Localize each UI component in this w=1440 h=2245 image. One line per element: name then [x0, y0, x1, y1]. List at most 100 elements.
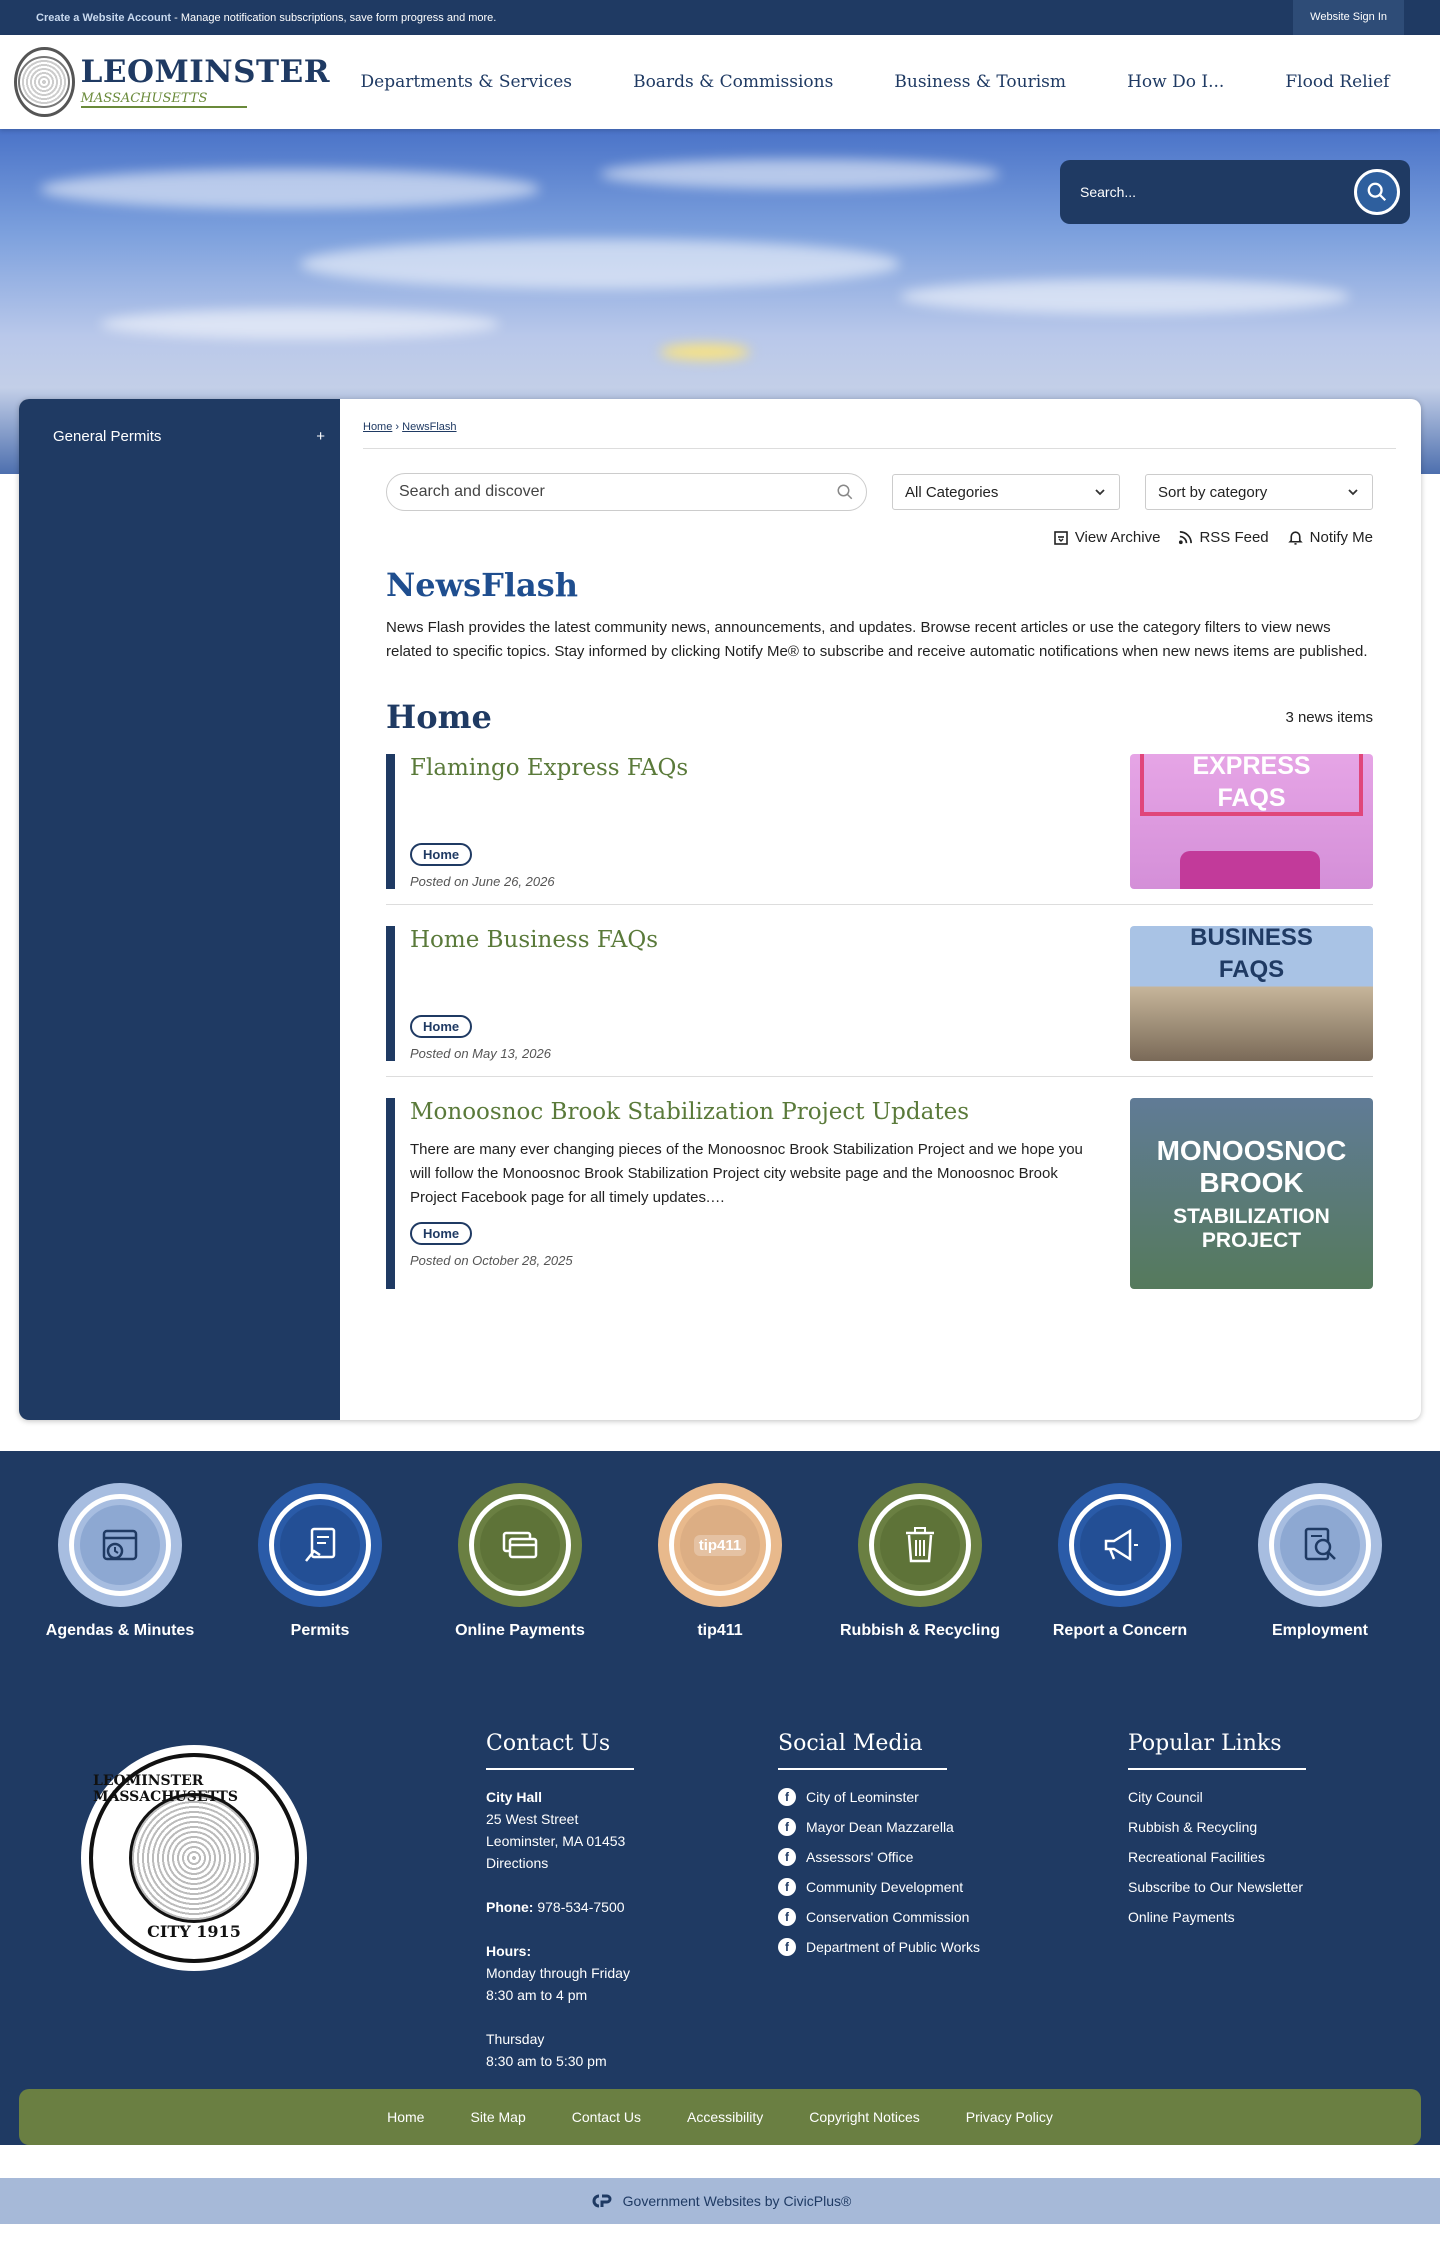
social-link[interactable]: f Community Development — [778, 1876, 980, 1898]
social-link-label: Mayor Dean Mazzarella — [806, 1819, 954, 1835]
rss-feed-link[interactable]: RSS Feed — [1178, 529, 1269, 546]
news-tag[interactable]: Home — [410, 1015, 473, 1038]
search-button[interactable] — [1354, 169, 1400, 215]
quick-link-rubbish[interactable]: Rubbish & Recycling — [835, 1483, 1005, 1681]
civicplus-link[interactable]: Government Websites by CivicPlus® — [623, 2193, 852, 2209]
news-thumbnail[interactable]: EXPRESS FAQS — [1130, 754, 1373, 889]
quick-links: Agendas & Minutes Permits Online Payment… — [0, 1451, 1440, 1681]
news-item: Monoosnoc Brook Stabilization Project Up… — [386, 1077, 1373, 1304]
news-tag[interactable]: Home — [410, 843, 473, 866]
nav-boards[interactable]: Boards & Commissions — [633, 72, 833, 92]
news-tag[interactable]: Home — [410, 1222, 473, 1245]
news-title[interactable]: Monoosnoc Brook Stabilization Project Up… — [410, 1099, 969, 1125]
main-panel: General Permits + Home › NewsFlash Searc… — [19, 399, 1421, 1420]
page-description: News Flash provides the latest community… — [386, 619, 1368, 660]
breadcrumb-home[interactable]: Home — [363, 421, 392, 433]
news-search-placeholder: Search and discover — [399, 483, 545, 500]
footer-nav-accessibility[interactable]: Accessibility — [687, 2109, 763, 2125]
social-link[interactable]: f Department of Public Works — [778, 1936, 980, 1958]
create-account-link[interactable]: Create a Website Account — [36, 12, 171, 24]
news-posted: Posted on October 28, 2025 — [410, 1253, 573, 1268]
popular-link[interactable]: Rubbish & Recycling — [1128, 1816, 1306, 1838]
footer-nav-home[interactable]: Home — [387, 2109, 424, 2125]
seal-text: CITY 1915 — [147, 1922, 241, 1941]
logo-state: MASSACHUSETTS — [80, 91, 248, 108]
civicplus-credit: Government Websites by CivicPlus® — [0, 2178, 1440, 2224]
breadcrumb-current[interactable]: NewsFlash — [402, 421, 456, 433]
thumb-line: STABILIZATION — [1173, 1204, 1330, 1228]
news-thumbnail[interactable]: MONOOSNOC BROOK STABILIZATION PROJECT — [1130, 1098, 1373, 1289]
site-logo[interactable]: LEOMINSTER MASSACHUSETTS — [0, 47, 330, 117]
hours-label: Hours: — [486, 1943, 532, 1959]
hero-search[interactable]: Search... — [1060, 160, 1410, 224]
social-link[interactable]: f City of Leominster — [778, 1786, 980, 1808]
category-select[interactable]: All Categories — [892, 474, 1120, 510]
quick-link-label: tip411 — [697, 1622, 743, 1639]
popular-links-column: Popular Links City Council Rubbish & Rec… — [1128, 1731, 1306, 1936]
social-heading: Social Media — [778, 1731, 947, 1770]
trash-can-icon — [906, 1527, 934, 1563]
footer-nav-privacy[interactable]: Privacy Policy — [966, 2109, 1053, 2125]
facebook-icon: f — [778, 1818, 796, 1836]
sign-in-button[interactable]: Website Sign In — [1293, 0, 1404, 35]
create-account-desc: - Manage notification subscriptions, sav… — [171, 11, 497, 24]
trolley-icon — [1180, 851, 1320, 889]
social-link[interactable]: f Mayor Dean Mazzarella — [778, 1816, 980, 1838]
footer-nav-sitemap[interactable]: Site Map — [470, 2109, 525, 2125]
content-area: Home › NewsFlash Search and discover All… — [340, 399, 1421, 1420]
news-thumbnail[interactable]: BUSINESS FAQS — [1130, 926, 1373, 1061]
popular-heading: Popular Links — [1128, 1731, 1306, 1770]
social-link[interactable]: f Assessors' Office — [778, 1846, 980, 1868]
thumb-line: BROOK — [1199, 1166, 1304, 1198]
news-actions: View Archive RSS Feed Notify Me — [363, 529, 1396, 546]
nav-flood-relief[interactable]: Flood Relief — [1285, 72, 1389, 92]
quick-link-payments[interactable]: Online Payments — [435, 1483, 605, 1681]
expand-plus-icon[interactable]: + — [316, 428, 325, 445]
popular-link[interactable]: Online Payments — [1128, 1906, 1306, 1928]
footer-nav-copyright[interactable]: Copyright Notices — [809, 2109, 920, 2125]
calendar-clock-icon — [102, 1529, 138, 1561]
view-archive-link[interactable]: View Archive — [1053, 529, 1160, 546]
hours-days: Monday through Friday — [486, 1965, 630, 1981]
quick-link-agendas[interactable]: Agendas & Minutes — [35, 1483, 205, 1681]
quick-link-employment[interactable]: Employment — [1235, 1483, 1405, 1681]
breadcrumb-sep: › — [395, 421, 400, 433]
popular-link[interactable]: Subscribe to Our Newsletter — [1128, 1876, 1306, 1898]
civicplus-logo-icon — [592, 2194, 612, 2208]
nav-business[interactable]: Business & Tourism — [894, 72, 1066, 92]
footer-nav-contact[interactable]: Contact Us — [572, 2109, 641, 2125]
facebook-icon: f — [778, 1848, 796, 1866]
top-bar: Create a Website Account - Manage notifi… — [0, 0, 1440, 35]
quick-link-label: Report a Concern — [1052, 1622, 1188, 1639]
facebook-icon: f — [778, 1938, 796, 1956]
megaphone-icon — [1104, 1528, 1138, 1562]
news-title[interactable]: Home Business FAQs — [410, 927, 658, 953]
quick-link-tip411[interactable]: tip411 tip411 — [635, 1483, 805, 1681]
directions-link[interactable]: Directions — [486, 1852, 634, 1874]
quick-link-label: Rubbish & Recycling — [839, 1622, 1001, 1639]
social-link[interactable]: f Conservation Commission — [778, 1906, 980, 1928]
city-seal-icon: LEOMINSTER MASSACHUSETTS CITY 1915 — [81, 1745, 307, 1971]
search-icon[interactable] — [836, 483, 854, 501]
news-item: Flamingo Express FAQs Home Posted on Jun… — [386, 754, 1373, 905]
bell-icon — [1287, 531, 1303, 545]
phone-label: Phone: — [486, 1899, 534, 1915]
nav-departments[interactable]: Departments & Services — [361, 72, 572, 92]
sidebar-item-general-permits[interactable]: General Permits + — [19, 428, 340, 445]
hero-search-input[interactable]: Search... — [1080, 184, 1136, 200]
quick-link-report[interactable]: Report a Concern — [1035, 1483, 1205, 1681]
sort-select[interactable]: Sort by category — [1145, 474, 1373, 510]
chevron-down-icon — [1348, 489, 1358, 496]
news-search-input[interactable]: Search and discover — [386, 473, 867, 511]
phone-number[interactable]: 978-534-7500 — [533, 1899, 624, 1915]
quick-link-permits[interactable]: Permits — [235, 1483, 405, 1681]
news-title[interactable]: Flamingo Express FAQs — [410, 755, 688, 781]
notify-me-link[interactable]: Notify Me — [1287, 529, 1373, 546]
nav-how-do-i[interactable]: How Do I... — [1127, 72, 1224, 92]
popular-link[interactable]: City Council — [1128, 1786, 1306, 1808]
popular-link[interactable]: Recreational Facilities — [1128, 1846, 1306, 1868]
contact-heading: Contact Us — [486, 1731, 635, 1770]
quick-link-label: Permits — [290, 1622, 350, 1639]
thumb-line: PROJECT — [1201, 1228, 1302, 1252]
category-select-value: All Categories — [905, 483, 999, 501]
